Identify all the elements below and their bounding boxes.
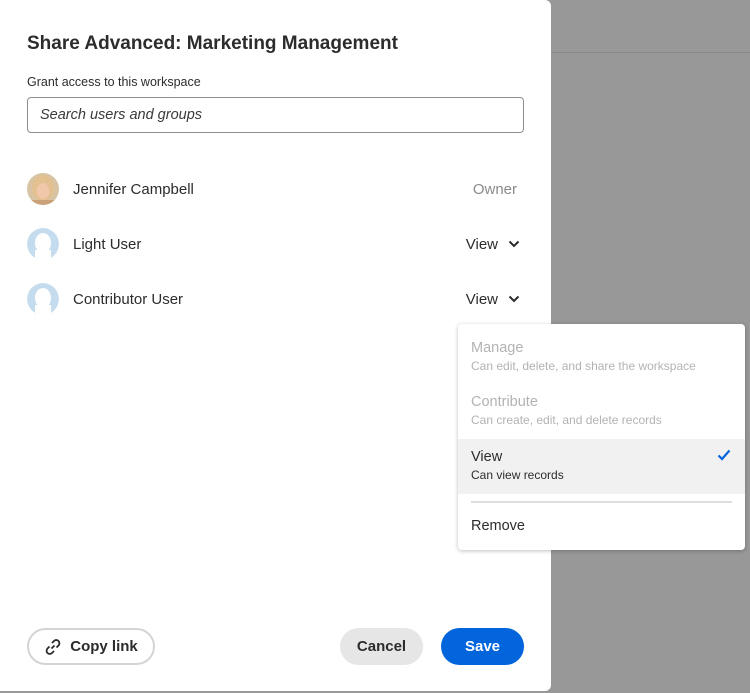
background-divider	[551, 52, 750, 53]
role-menu: Manage Can edit, delete, and share the w…	[458, 324, 745, 550]
user-row: Contributor User View	[27, 282, 524, 316]
menu-item-contribute[interactable]: Contribute Can create, edit, and delete …	[458, 394, 745, 427]
checkmark-icon	[717, 449, 731, 461]
menu-item-label: Remove	[471, 518, 525, 534]
user-name: Contributor User	[73, 290, 184, 308]
default-avatar-icon	[27, 283, 59, 315]
role-value: View	[465, 235, 498, 253]
menu-item-description: Can edit, delete, and share the workspac…	[471, 359, 696, 373]
default-avatar-icon	[27, 228, 59, 260]
menu-item-view[interactable]: View Can view records	[458, 439, 745, 494]
grant-access-label: Grant access to this workspace	[27, 75, 201, 89]
copy-link-button[interactable]: Copy link	[27, 628, 155, 665]
search-users-input[interactable]	[27, 97, 524, 133]
avatar	[27, 173, 59, 205]
menu-item-manage[interactable]: Manage Can edit, delete, and share the w…	[458, 340, 745, 373]
chevron-down-icon	[508, 295, 520, 303]
menu-item-remove[interactable]: Remove	[458, 518, 745, 534]
user-name: Jennifer Campbell	[73, 180, 194, 198]
copy-link-label: Copy link	[70, 638, 138, 655]
user-name: Light User	[73, 235, 142, 253]
role-dropdown[interactable]: View	[466, 291, 524, 308]
menu-item-label: Contribute	[471, 394, 538, 410]
menu-item-label: Manage	[471, 340, 524, 356]
menu-item-description: Can create, edit, and delete records	[471, 413, 662, 427]
menu-item-label: View	[471, 449, 503, 465]
menu-divider	[471, 501, 732, 503]
chevron-down-icon	[508, 240, 520, 248]
user-row: Light User View	[27, 227, 524, 261]
link-icon	[45, 638, 61, 655]
role-value: View	[465, 290, 498, 308]
dialog-title: Share Advanced: Marketing Management	[27, 33, 398, 54]
menu-item-description: Can view records	[471, 468, 564, 482]
role-dropdown[interactable]: View	[466, 236, 524, 253]
save-button[interactable]: Save	[441, 628, 524, 665]
user-row: Jennifer Campbell Owner	[27, 172, 524, 206]
user-role: Owner	[472, 180, 517, 198]
cancel-button[interactable]: Cancel	[340, 628, 423, 665]
